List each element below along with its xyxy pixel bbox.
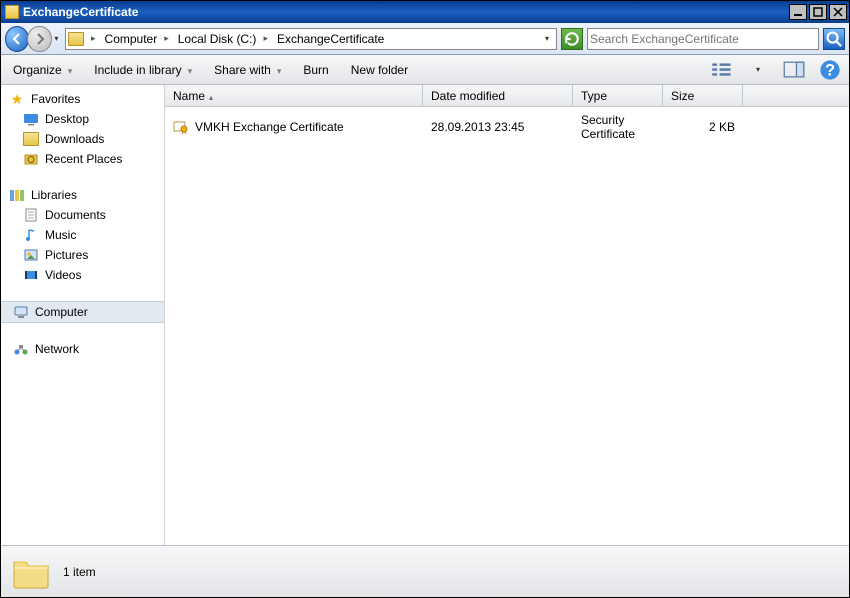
search-box[interactable]	[587, 28, 819, 50]
libraries-label: Libraries	[31, 188, 77, 202]
svg-text:?: ?	[825, 61, 835, 79]
sidebar-item-recent-places[interactable]: Recent Places	[1, 149, 164, 169]
column-extra[interactable]	[743, 85, 849, 106]
organize-button[interactable]: Organize	[9, 61, 76, 79]
file-list: VMKH Exchange Certificate 28.09.2013 23:…	[165, 107, 849, 545]
folder-icon	[23, 132, 39, 146]
preview-pane-button[interactable]	[783, 61, 805, 79]
close-button[interactable]	[829, 4, 847, 20]
column-headers: Name Date modified Type Size	[165, 85, 849, 107]
sidebar-item-downloads[interactable]: Downloads	[1, 129, 164, 149]
help-button[interactable]: ?	[819, 61, 841, 79]
favorites-label: Favorites	[31, 92, 80, 106]
sidebar-item-label: Videos	[45, 268, 81, 282]
sidebar-item-label: Computer	[35, 305, 88, 319]
file-row[interactable]: VMKH Exchange Certificate 28.09.2013 23:…	[165, 107, 849, 147]
videos-icon	[23, 268, 39, 282]
sidebar-item-label: Documents	[45, 208, 106, 222]
forward-button[interactable]	[27, 26, 51, 52]
sidebar-item-label: Network	[35, 342, 79, 356]
status-bar: 1 item	[1, 545, 849, 597]
sidebar-item-documents[interactable]: Documents	[1, 205, 164, 225]
desktop-icon	[23, 112, 39, 126]
column-date-modified[interactable]: Date modified	[423, 85, 573, 106]
item-count: 1 item	[63, 565, 96, 579]
address-bar[interactable]: Computer Local Disk (C:) ExchangeCertifi…	[65, 28, 557, 50]
column-size[interactable]: Size	[663, 85, 743, 106]
libraries-header[interactable]: Libraries	[1, 185, 164, 205]
toolbar: Organize Include in library Share with B…	[1, 55, 849, 85]
include-in-library-button[interactable]: Include in library	[90, 61, 196, 79]
folder-icon	[11, 554, 51, 590]
sidebar-item-network[interactable]: Network	[1, 339, 164, 359]
favorites-header[interactable]: ★ Favorites	[1, 89, 164, 109]
search-input[interactable]	[590, 32, 816, 46]
sidebar-item-pictures[interactable]: Pictures	[1, 245, 164, 265]
sidebar-item-label: Desktop	[45, 112, 89, 126]
sort-ascending-icon	[209, 89, 213, 103]
network-icon	[13, 342, 29, 356]
address-dropdown[interactable]: ▾	[540, 34, 554, 43]
music-icon	[23, 228, 39, 242]
file-type: Security Certificate	[573, 113, 663, 141]
navigation-pane: ★ Favorites Desktop Downloads Recent Pla…	[1, 85, 165, 545]
certificate-icon	[173, 120, 189, 134]
maximize-button[interactable]	[809, 4, 827, 20]
file-list-pane: Name Date modified Type Size VMKH Exchan…	[165, 85, 849, 545]
file-name: VMKH Exchange Certificate	[195, 120, 344, 134]
file-date: 28.09.2013 23:45	[423, 120, 573, 134]
refresh-button[interactable]	[561, 28, 583, 50]
column-type[interactable]: Type	[573, 85, 663, 106]
column-name[interactable]: Name	[165, 85, 423, 106]
sidebar-item-desktop[interactable]: Desktop	[1, 109, 164, 129]
documents-icon	[23, 208, 39, 222]
folder-icon	[5, 5, 19, 19]
share-with-button[interactable]: Share with	[210, 61, 285, 79]
computer-icon	[13, 305, 29, 319]
view-dropdown[interactable]: ▾	[747, 61, 769, 79]
sidebar-item-label: Recent Places	[45, 152, 122, 166]
minimize-button[interactable]	[789, 4, 807, 20]
search-button[interactable]	[823, 28, 845, 50]
sidebar-item-label: Pictures	[45, 248, 88, 262]
window-title: ExchangeCertificate	[23, 5, 789, 19]
sidebar-item-label: Downloads	[45, 132, 104, 146]
title-bar: ExchangeCertificate	[1, 1, 849, 23]
recent-icon	[23, 152, 39, 166]
folder-icon	[68, 32, 84, 46]
file-size: 2 KB	[663, 120, 743, 134]
sidebar-item-computer[interactable]: Computer	[1, 301, 164, 323]
pictures-icon	[23, 248, 39, 262]
breadcrumb-root[interactable]	[86, 30, 101, 48]
sidebar-item-videos[interactable]: Videos	[1, 265, 164, 285]
nav-history-dropdown[interactable]: ▾	[52, 29, 61, 49]
sidebar-item-label: Music	[45, 228, 76, 242]
view-options-button[interactable]	[711, 61, 733, 79]
breadcrumb-computer[interactable]: Computer	[103, 30, 174, 48]
libraries-icon	[9, 188, 25, 202]
breadcrumb-drive[interactable]: Local Disk (C:)	[176, 30, 273, 48]
back-button[interactable]	[5, 26, 29, 52]
breadcrumb-folder[interactable]: ExchangeCertificate	[275, 30, 386, 48]
star-icon: ★	[9, 92, 25, 106]
burn-button[interactable]: Burn	[299, 61, 332, 79]
sidebar-item-music[interactable]: Music	[1, 225, 164, 245]
navigation-bar: ▾ Computer Local Disk (C:) ExchangeCerti…	[1, 23, 849, 55]
new-folder-button[interactable]: New folder	[347, 61, 412, 79]
